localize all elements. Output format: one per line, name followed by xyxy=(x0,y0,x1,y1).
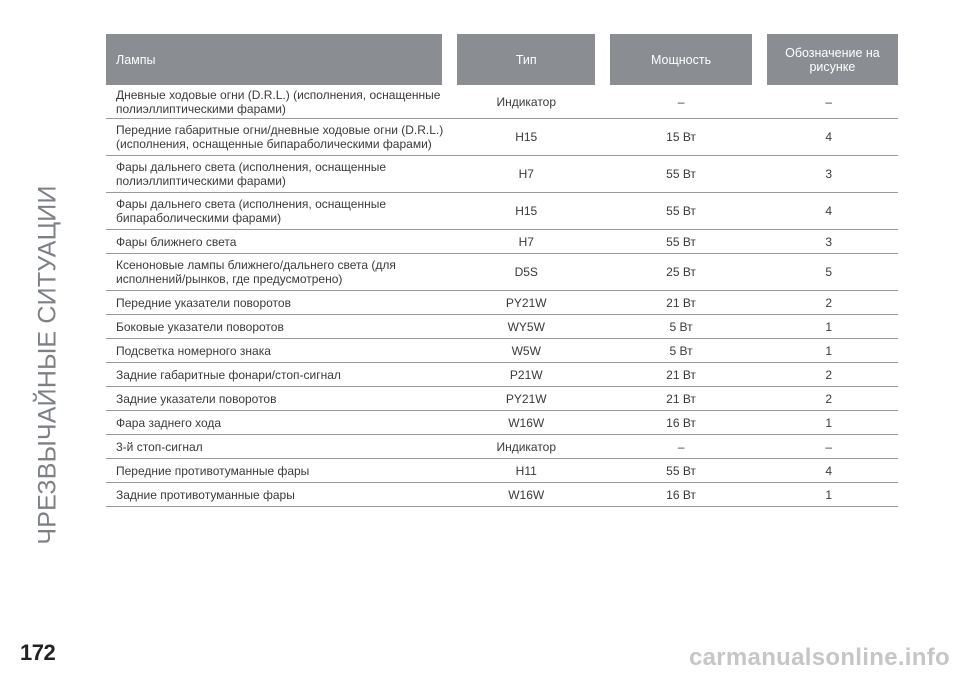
lamp-figure: 3 xyxy=(759,155,898,193)
lamp-type: W16W xyxy=(449,482,603,507)
lamp-power: 16 Вт xyxy=(602,410,760,435)
lamp-name: Фары ближнего света xyxy=(106,229,450,254)
lamp-name: Боковые указатели поворотов xyxy=(106,314,450,339)
table-row: Передние противотуманные фары H11 55 Вт … xyxy=(106,458,898,483)
lamp-figure: 1 xyxy=(759,410,898,435)
lamp-name: Фара заднего хода xyxy=(106,410,450,435)
lamp-figure: – xyxy=(759,85,898,119)
table-row: Задние противотуманные фары W16W 16 Вт 1 xyxy=(106,482,898,507)
lamp-figure: 2 xyxy=(759,290,898,315)
lamp-figure: 3 xyxy=(759,229,898,254)
lamp-type: H11 xyxy=(449,458,603,483)
table-row: Ксеноновые лампы ближнего/дальнего света… xyxy=(106,253,898,291)
lamp-figure: 1 xyxy=(759,314,898,339)
lamp-type: H7 xyxy=(449,155,603,193)
table-row: Фары дальнего света (исполнения, оснащен… xyxy=(106,155,898,193)
lamp-power: 55 Вт xyxy=(602,229,760,254)
lamp-power: 21 Вт xyxy=(602,290,760,315)
header-lamp: Лампы xyxy=(106,34,450,85)
header-power: Мощность xyxy=(595,34,760,85)
lamp-power: 55 Вт xyxy=(602,458,760,483)
lamp-name: Задние указатели поворотов xyxy=(106,386,450,411)
lamp-name: Передние габаритные огни/дневные ходовые… xyxy=(106,118,450,156)
header-figure: Обозначение на рисунке xyxy=(751,34,898,85)
lamp-type: H7 xyxy=(449,229,603,254)
table-row: Задние габаритные фонари/стоп-сигнал P21… xyxy=(106,362,898,387)
lamp-figure: 4 xyxy=(759,118,898,156)
lamp-name: Дневные ходовые огни (D.R.L.) (исполнени… xyxy=(106,85,450,119)
table-row: Задние указатели поворотов PY21W 21 Вт 2 xyxy=(106,386,898,411)
lamp-figure: – xyxy=(759,434,898,459)
lamp-type: Индикатор xyxy=(449,85,603,119)
lamp-type: W5W xyxy=(449,338,603,363)
lamp-power: 5 Вт xyxy=(602,314,760,339)
header-type: Тип xyxy=(442,34,603,85)
section-side-title: ЧРЕЗВЫЧАЙНЫЕ СИТУАЦИИ xyxy=(33,185,62,545)
table-header-row: Лампы Тип Мощность Обозначение на рисунк… xyxy=(106,34,898,85)
table-row: Передние указатели поворотов PY21W 21 Вт… xyxy=(106,290,898,315)
lamp-power: 55 Вт xyxy=(602,192,760,230)
table-row: Подсветка номерного знака W5W 5 Вт 1 xyxy=(106,338,898,363)
lamp-type: P21W xyxy=(449,362,603,387)
table-row: Фары дальнего света (исполнения, оснащен… xyxy=(106,192,898,230)
lamp-type: H15 xyxy=(449,118,603,156)
lamp-figure: 1 xyxy=(759,482,898,507)
lamp-figure: 4 xyxy=(759,192,898,230)
lamps-table: Лампы Тип Мощность Обозначение на рисунк… xyxy=(106,34,898,507)
lamp-power: 55 Вт xyxy=(602,155,760,193)
lamp-figure: 4 xyxy=(759,458,898,483)
lamp-power: 25 Вт xyxy=(602,253,760,291)
lamp-power: 5 Вт xyxy=(602,338,760,363)
lamp-name: Передние противотуманные фары xyxy=(106,458,450,483)
table-row: Фары ближнего света H7 55 Вт 3 xyxy=(106,229,898,254)
lamp-figure: 2 xyxy=(759,386,898,411)
table-row: 3-й стоп-сигнал Индикатор – – xyxy=(106,434,898,459)
lamp-figure: 1 xyxy=(759,338,898,363)
lamp-name: Фары дальнего света (исполнения, оснащен… xyxy=(106,155,450,193)
lamp-type: PY21W xyxy=(449,386,603,411)
lamp-name: Подсветка номерного знака xyxy=(106,338,450,363)
lamp-type: PY21W xyxy=(449,290,603,315)
lamp-name: Задние противотуманные фары xyxy=(106,482,450,507)
lamp-figure: 5 xyxy=(759,253,898,291)
table-row: Дневные ходовые огни (D.R.L.) (исполнени… xyxy=(106,85,898,119)
lamp-figure: 2 xyxy=(759,362,898,387)
lamp-power: – xyxy=(602,434,760,459)
table-row: Передние габаритные огни/дневные ходовые… xyxy=(106,118,898,156)
lamp-name: 3-й стоп-сигнал xyxy=(106,434,450,459)
lamp-type: D5S xyxy=(449,253,603,291)
lamp-power: 15 Вт xyxy=(602,118,760,156)
lamp-name: Передние указатели поворотов xyxy=(106,290,450,315)
lamp-power: – xyxy=(602,85,760,119)
lamp-type: W16W xyxy=(449,410,603,435)
lamp-name: Фары дальнего света (исполнения, оснащен… xyxy=(106,192,450,230)
watermark: carmanualsonline.info xyxy=(688,644,950,671)
lamp-name: Ксеноновые лампы ближнего/дальнего света… xyxy=(106,253,450,291)
lamp-type: Индикатор xyxy=(449,434,603,459)
lamp-power: 21 Вт xyxy=(602,386,760,411)
page-number: 172 xyxy=(20,640,56,665)
lamp-power: 21 Вт xyxy=(602,362,760,387)
lamp-type: WY5W xyxy=(449,314,603,339)
table-row: Фара заднего хода W16W 16 Вт 1 xyxy=(106,410,898,435)
table-row: Боковые указатели поворотов WY5W 5 Вт 1 xyxy=(106,314,898,339)
lamp-power: 16 Вт xyxy=(602,482,760,507)
lamp-type: H15 xyxy=(449,192,603,230)
lamp-name: Задние габаритные фонари/стоп-сигнал xyxy=(106,362,450,387)
